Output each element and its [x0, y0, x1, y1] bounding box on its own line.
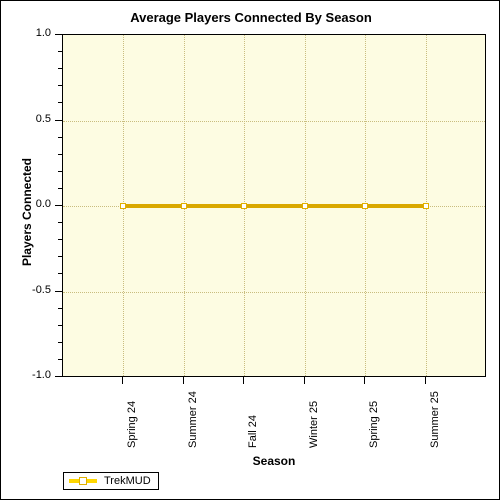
legend-label: TrekMUD: [104, 475, 151, 487]
legend-swatch-icon: [69, 476, 97, 486]
chart-container: Average Players Connected By Season 1.0 0…: [0, 0, 500, 500]
x-tick-label: Summer 25: [429, 391, 441, 448]
x-tick-label: Summer 24: [187, 391, 199, 448]
x-tick-label: Fall 24: [247, 414, 259, 448]
y-axis-title: Players Connected: [20, 157, 34, 267]
chart-legend[interactable]: TrekMUD: [63, 472, 159, 490]
x-axis-tick-labels: Spring 24 Summer 24 Fall 24 Winter 25 Spring…: [1, 1, 499, 499]
x-tick-label: Spring 24: [126, 400, 138, 448]
legend-swatch-marker: [79, 477, 87, 485]
x-tick-label: Spring 25: [368, 400, 380, 448]
legend-item[interactable]: TrekMUD: [69, 475, 151, 487]
x-axis-title: Season: [252, 454, 296, 468]
x-tick-label: Winter 25: [308, 400, 320, 448]
